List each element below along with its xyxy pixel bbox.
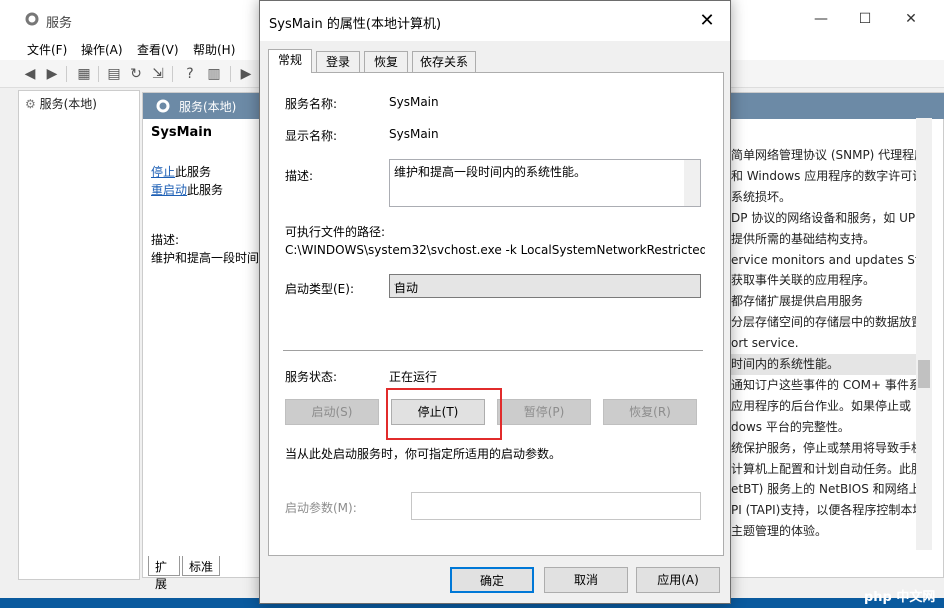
watermark: php 中文网 [864, 590, 936, 605]
list-row-description[interactable]: 获取事件关联的应用程序。 [731, 270, 921, 291]
list-row-description[interactable]: PI (TAPI)支持，以便各程序控制本地 [731, 500, 921, 521]
dialog-tabs: 常规 登录 恢复 依存关系 [268, 49, 724, 73]
play-icon[interactable]: ▶ [236, 64, 256, 84]
refresh-icon[interactable]: ↻ [126, 64, 146, 84]
list-row-description[interactable]: 应用程序的后台作业。如果停止或 [731, 396, 921, 417]
tree-item-label: 服务(本地) [39, 97, 97, 111]
display-name-value: SysMain [389, 127, 439, 141]
list-row-description[interactable]: 分层存储空间的存储层中的数据放置 [731, 312, 921, 333]
service-name-value: SysMain [389, 95, 439, 109]
highlight-box [386, 388, 502, 440]
detail-header-title: 服务(本地) [179, 100, 237, 114]
console-tree: ⚙ 服务(本地) [18, 90, 140, 580]
menu-view[interactable]: 查看(V) [137, 41, 179, 58]
tab-logon[interactable]: 登录 [316, 51, 360, 72]
list-row-description[interactable]: 提供所需的基础结构支持。 [731, 229, 921, 250]
gear-icon [156, 99, 170, 113]
console-tree-icon[interactable]: ▦ [74, 64, 94, 84]
stop-service-suffix: 此服务 [175, 165, 212, 179]
list-row-description[interactable]: 简单网络管理协议 (SNMP) 代理程序 [731, 145, 921, 166]
display-name-label: 显示名称: [285, 129, 338, 143]
list-scrollbar[interactable] [916, 118, 932, 550]
menu-help[interactable]: 帮助(H) [193, 41, 235, 58]
stop-service-link[interactable]: 停止 [151, 165, 175, 179]
start-params-input[interactable] [411, 492, 701, 520]
start-params-label: 启动参数(M): [285, 501, 357, 515]
gear-icon [25, 12, 39, 26]
selected-service-name: SysMain [151, 125, 212, 140]
exe-path-label: 可执行文件的路径: [285, 225, 386, 239]
forward-icon[interactable]: ▶ [42, 64, 62, 84]
list-row-description[interactable]: 系统损坏。 [731, 187, 921, 208]
tab-extended[interactable]: 扩展 [148, 556, 180, 591]
toolbar-separator [98, 66, 99, 82]
description-label: 描述: [151, 233, 180, 247]
resume-button[interactable]: 恢复(R) [603, 399, 697, 425]
tree-item-services-local[interactable]: ⚙ 服务(本地) [25, 95, 97, 112]
divider [283, 350, 703, 351]
properties-icon[interactable]: ▤ [104, 64, 124, 84]
toolbar-separator [230, 66, 231, 82]
list-scrollbar-thumb[interactable] [918, 360, 930, 388]
startup-type-label: 启动类型(E): [285, 282, 354, 296]
startup-type-select[interactable]: 自动 ⌵ [389, 274, 701, 298]
list-row-description[interactable]: 通知订户这些事件的 COM+ 事件系 [731, 375, 921, 396]
view-icon[interactable]: ▥ [204, 64, 224, 84]
list-row-description[interactable]: 时间内的系统性能。 [731, 354, 921, 375]
description-text: 维护和提高一段时间内 [151, 251, 261, 265]
tab-general[interactable]: 常规 [268, 49, 312, 73]
maximize-button[interactable]: ☐ [842, 0, 888, 38]
tab-standard[interactable]: 标准 [182, 556, 220, 576]
list-row-description[interactable]: dows 平台的完整性。 [731, 417, 921, 438]
description-box: 维护和提高一段时间内的系统性能。 [389, 159, 701, 207]
list-row-description[interactable]: 统保护服务，停止或禁用将导致手机 [731, 438, 921, 459]
description-label: 描述: [285, 169, 314, 183]
tab-recovery[interactable]: 恢复 [364, 51, 408, 72]
gear-icon: ⚙ [25, 97, 36, 111]
export-icon[interactable]: ⇲ [148, 64, 168, 84]
startup-hint: 当从此处启动服务时，你可指定所适用的启动参数。 [285, 447, 562, 461]
list-row-description[interactable]: ort service. [731, 333, 921, 354]
help-icon[interactable]: ? [180, 64, 200, 84]
dialog-title: SysMain 的属性(本地计算机) [269, 17, 442, 32]
list-row-description[interactable]: 计算机上配置和计划自动任务。此服 [731, 459, 921, 480]
list-row-description[interactable]: 主题管理的体验。 [731, 521, 921, 542]
list-row-description[interactable]: etBT) 服务上的 NetBIOS 和网络上 [731, 479, 921, 500]
status-value: 正在运行 [389, 370, 438, 384]
service-name-label: 服务名称: [285, 97, 338, 111]
toolbar-separator [66, 66, 67, 82]
chevron-down-icon: ⌵ [394, 278, 403, 291]
window-title: 服务 [46, 16, 73, 31]
restart-service-suffix: 此服务 [187, 183, 224, 197]
tab-dependencies[interactable]: 依存关系 [412, 51, 476, 72]
apply-button[interactable]: 应用(A) [636, 567, 720, 593]
minimize-button[interactable]: — [798, 0, 844, 38]
close-icon[interactable]: ✕ [684, 1, 730, 41]
status-label: 服务状态: [285, 370, 338, 384]
exe-path-value: C:\WINDOWS\system32\svchost.exe -k Local… [285, 243, 705, 257]
ok-button[interactable]: 确定 [450, 567, 534, 593]
stop-service-line: 停止此服务 [151, 163, 211, 180]
description-scrollbar[interactable] [684, 160, 700, 206]
back-icon[interactable]: ◀ [20, 64, 40, 84]
menu-file[interactable]: 文件(F) [27, 41, 67, 58]
list-row-description[interactable]: 都存储扩展提供启用服务 [731, 291, 921, 312]
description-value: 维护和提高一段时间内的系统性能。 [394, 165, 587, 179]
restart-service-line: 重启动此服务 [151, 181, 223, 198]
cancel-button[interactable]: 取消 [544, 567, 628, 593]
list-row-description[interactable]: DP 协议的网络设备和服务，如 UP [731, 208, 921, 229]
restart-service-link[interactable]: 重启动 [151, 183, 187, 197]
service-list-descriptions: 简单网络管理协议 (SNMP) 代理程序和 Windows 应用程序的数字许可证… [731, 145, 921, 565]
general-panel: 服务名称: SysMain 显示名称: SysMain 描述: 维护和提高一段时… [268, 72, 724, 556]
close-window-button[interactable]: ✕ [888, 0, 934, 38]
list-row-description[interactable]: 和 Windows 应用程序的数字许可证 [731, 166, 921, 187]
pause-button[interactable]: 暂停(P) [497, 399, 591, 425]
dialog-titlebar: SysMain 的属性(本地计算机) ✕ [260, 1, 730, 41]
toolbar-separator [172, 66, 173, 82]
menu-action[interactable]: 操作(A) [81, 41, 123, 58]
list-row-description[interactable]: ervice monitors and updates Ste [731, 250, 921, 271]
properties-dialog: SysMain 的属性(本地计算机) ✕ 常规 登录 恢复 依存关系 服务名称:… [259, 0, 731, 604]
start-button[interactable]: 启动(S) [285, 399, 379, 425]
